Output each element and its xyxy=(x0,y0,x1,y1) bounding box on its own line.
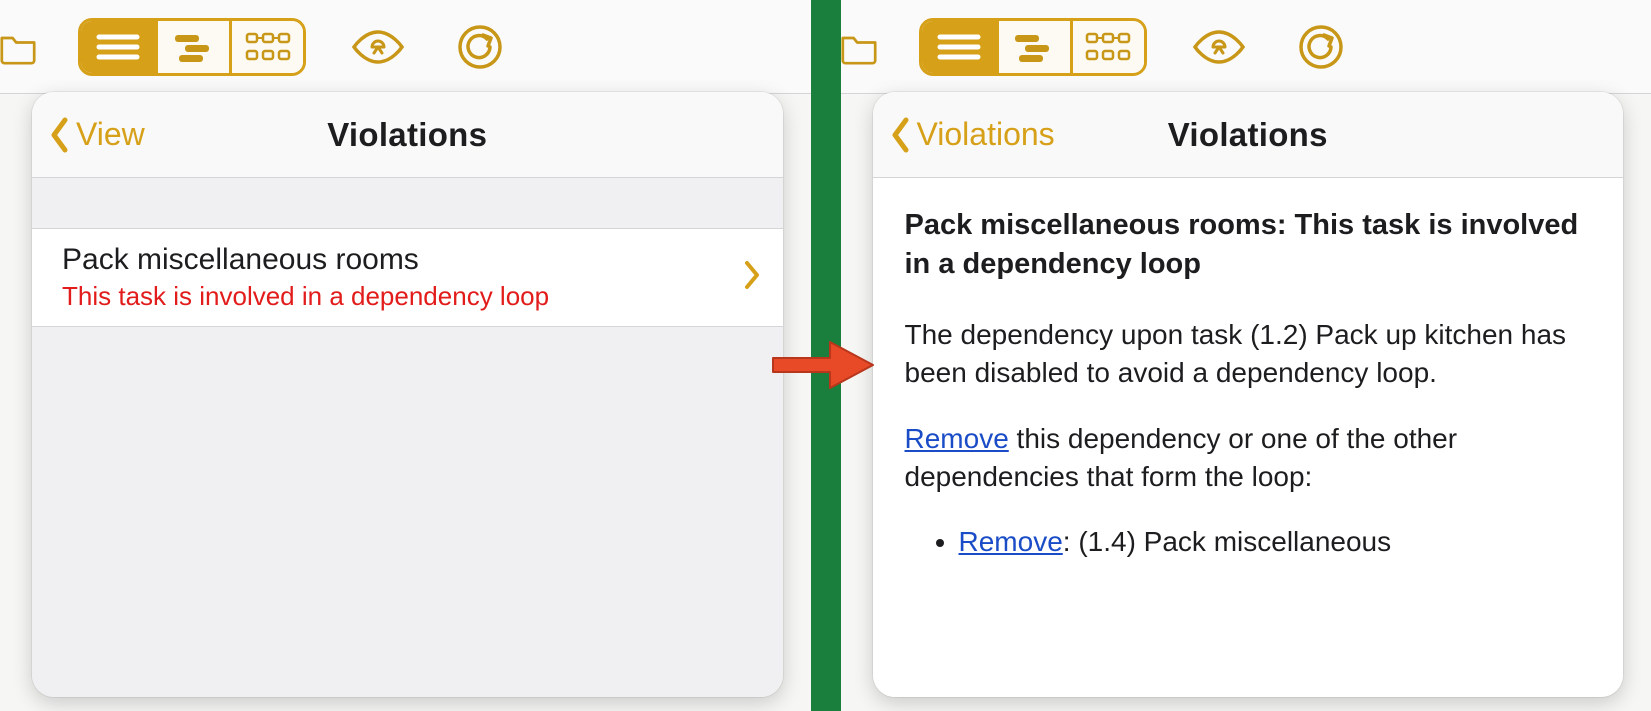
chevron-left-icon xyxy=(48,116,70,154)
violation-paragraph: Remove this dependency or one of the oth… xyxy=(905,420,1592,496)
view-mode-network[interactable] xyxy=(1070,21,1144,73)
undo-icon[interactable] xyxy=(450,17,510,77)
folder-icon[interactable] xyxy=(841,12,877,82)
violations-popover-detail: Violations Violations Pack miscellaneous… xyxy=(873,92,1624,697)
view-mode-segmented xyxy=(78,18,306,76)
view-mode-list[interactable] xyxy=(81,21,155,73)
remove-link[interactable]: Remove xyxy=(959,526,1063,557)
violations-popover-list: View Violations Pack miscellaneous rooms… xyxy=(32,92,783,697)
popover-header: Violations Violations xyxy=(873,92,1624,178)
violation-detail: Pack miscellaneous rooms: This task is i… xyxy=(873,178,1624,697)
view-mode-list[interactable] xyxy=(922,21,996,73)
dependency-list: Remove: (1.4) Pack miscellaneous xyxy=(905,523,1592,561)
inspector-icon[interactable] xyxy=(1189,17,1249,77)
folder-icon[interactable] xyxy=(0,12,36,82)
back-button[interactable]: View xyxy=(32,116,145,154)
violation-row[interactable]: Pack miscellaneous rooms This task is in… xyxy=(32,228,783,327)
view-mode-gantt[interactable] xyxy=(155,21,229,73)
inspector-icon[interactable] xyxy=(348,17,408,77)
remove-link[interactable]: Remove xyxy=(905,423,1009,454)
violation-paragraph: The dependency upon task (1.2) Pack up k… xyxy=(905,316,1592,392)
popover-title: Violations xyxy=(1168,116,1328,154)
toolbar xyxy=(841,0,1651,94)
popover-title: Violations xyxy=(327,116,487,154)
violation-subtitle: This task is involved in a dependency lo… xyxy=(62,281,549,312)
panel-detail: Violations Violations Pack miscellaneous… xyxy=(841,0,1651,711)
violation-heading: Pack miscellaneous rooms: This task is i… xyxy=(905,206,1592,284)
bullet-tail: : (1.4) Pack miscellaneous xyxy=(1063,526,1391,557)
view-mode-segmented xyxy=(919,18,1147,76)
dependency-list-item: Remove: (1.4) Pack miscellaneous xyxy=(959,523,1592,561)
back-label: View xyxy=(76,116,145,153)
back-label: Violations xyxy=(917,116,1055,153)
back-button[interactable]: Violations xyxy=(873,116,1055,154)
undo-icon[interactable] xyxy=(1291,17,1351,77)
violations-list: Pack miscellaneous rooms This task is in… xyxy=(32,178,783,697)
view-mode-gantt[interactable] xyxy=(996,21,1070,73)
violation-title: Pack miscellaneous rooms xyxy=(62,243,549,277)
chevron-left-icon xyxy=(889,116,911,154)
chevron-right-icon xyxy=(743,260,761,295)
panel-list: View Violations Pack miscellaneous rooms… xyxy=(0,0,811,711)
popover-header: View Violations xyxy=(32,92,783,178)
panel-divider xyxy=(811,0,841,711)
toolbar xyxy=(0,0,811,94)
view-mode-network[interactable] xyxy=(229,21,303,73)
